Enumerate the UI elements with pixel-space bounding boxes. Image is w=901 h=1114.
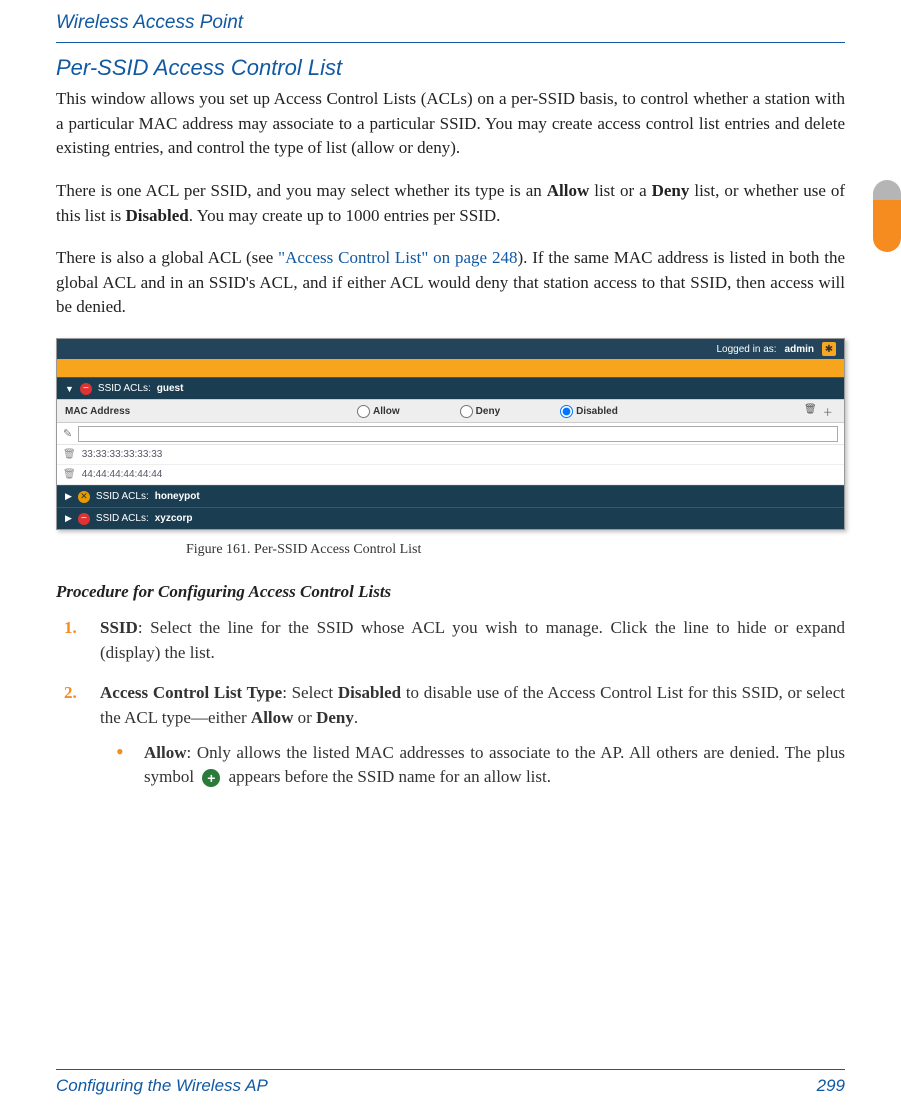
- trash-icon[interactable]: 🗑: [63, 449, 76, 460]
- login-user: admin: [785, 344, 814, 355]
- ssid-label: SSID ACLs:: [96, 491, 149, 502]
- ssid-name-honeypot: honeypot: [155, 491, 200, 502]
- ssid-name-guest: guest: [157, 383, 184, 394]
- mac-row-2: 🗑 44:44:44:44:44:44: [57, 465, 844, 485]
- header-rule: [56, 42, 845, 43]
- ssid-label: SSID ACLs:: [96, 513, 149, 524]
- trash-icon[interactable]: 🗑: [804, 404, 817, 419]
- login-status-bar: Logged in as: admin ✱: [57, 339, 844, 359]
- intro-paragraph-2: There is one ACL per SSID, and you may s…: [56, 179, 845, 228]
- step-1: SSID: Select the line for the SSID whose…: [96, 616, 845, 665]
- intro-paragraph-3: There is also a global ACL (see "Access …: [56, 246, 845, 320]
- chevron-down-icon: ▼: [65, 384, 74, 394]
- p2-disabled: Disabled: [125, 206, 188, 225]
- trash-icon[interactable]: 🗑: [63, 469, 76, 480]
- p3-a: There is also a global ACL (see: [56, 248, 278, 267]
- step1-bold: SSID: [100, 618, 138, 637]
- mac-value-2: 44:44:44:44:44:44: [82, 469, 163, 480]
- tab-grey-part: [873, 180, 901, 200]
- mac-input[interactable]: [78, 426, 838, 442]
- section-title: Per-SSID Access Control List: [56, 55, 845, 81]
- p2-c: list or a: [589, 181, 651, 200]
- step-2: Access Control List Type: Select Disable…: [96, 681, 845, 790]
- ssid-label: SSID ACLs:: [98, 383, 151, 394]
- mac-value-1: 33:33:33:33:33:33: [82, 449, 163, 460]
- intro-paragraph-1: This window allows you set up Access Con…: [56, 87, 845, 161]
- radio-disabled-label: Disabled: [576, 406, 618, 417]
- ssid-row-xyzcorp[interactable]: ▶ − SSID ACLs: xyzcorp: [57, 507, 844, 529]
- page-edge-tab: [873, 180, 901, 252]
- step1-text: : Select the line for the SSID whose ACL…: [100, 618, 845, 662]
- chevron-right-icon: ▶: [65, 513, 72, 524]
- minus-icon: −: [80, 383, 92, 395]
- footer-left: Configuring the Wireless AP: [56, 1076, 268, 1096]
- radio-deny-label: Deny: [476, 406, 500, 417]
- x-icon: ✕: [78, 491, 90, 503]
- chevron-right-icon: ▶: [65, 491, 72, 502]
- footer-page-number: 299: [817, 1076, 845, 1096]
- page-header-title: Wireless Access Point: [56, 12, 845, 34]
- page-footer: Configuring the Wireless AP 299: [56, 1069, 845, 1096]
- sub1-b: appears before the SSID name for an allo…: [224, 767, 551, 786]
- step2-bold: Access Control List Type: [100, 683, 282, 702]
- p2-g: . You may create up to 1000 entries per …: [189, 206, 501, 225]
- p2-allow: Allow: [547, 181, 590, 200]
- p2-deny: Deny: [652, 181, 690, 200]
- th-mac-address: MAC Address: [57, 406, 357, 417]
- mac-row-1: 🗑 33:33:33:33:33:33: [57, 445, 844, 465]
- step2-m3: or: [293, 708, 316, 727]
- acl-table-header: MAC Address Allow Deny Disabled 🗑 ＋: [57, 399, 844, 423]
- ssid-row-guest[interactable]: ▼ − SSID ACLs: guest: [57, 377, 844, 399]
- login-prefix: Logged in as:: [716, 344, 776, 355]
- gear-icon[interactable]: ✱: [822, 342, 836, 356]
- ssid-name-xyzcorp: xyzcorp: [155, 513, 193, 524]
- radio-allow[interactable]: Allow: [357, 405, 400, 418]
- step2-bold3: Allow: [251, 708, 294, 727]
- step2-end: .: [354, 708, 358, 727]
- tab-orange-part: [873, 200, 901, 252]
- substep-allow: Allow: Only allows the listed MAC addres…: [140, 741, 845, 790]
- pencil-icon: ✎: [63, 427, 72, 440]
- plus-icon: +: [202, 769, 220, 787]
- orange-toolbar: [57, 359, 844, 377]
- step2-bold4: Deny: [316, 708, 354, 727]
- procedure-heading: Procedure for Configuring Access Control…: [56, 582, 845, 602]
- sub1-bold: Allow: [144, 743, 187, 762]
- step2-m1: : Select: [282, 683, 338, 702]
- step2-bold2: Disabled: [338, 683, 401, 702]
- acl-page-link[interactable]: "Access Control List" on page 248: [278, 248, 517, 267]
- figure-caption: Figure 161. Per-SSID Access Control List: [186, 542, 845, 558]
- add-icon[interactable]: ＋: [823, 404, 833, 419]
- acl-ui-screenshot: Logged in as: admin ✱ ▼ − SSID ACLs: gue…: [56, 338, 845, 530]
- p2-a: There is one ACL per SSID, and you may s…: [56, 181, 547, 200]
- radio-allow-label: Allow: [373, 406, 400, 417]
- radio-disabled[interactable]: Disabled: [560, 405, 618, 418]
- minus-icon: −: [78, 513, 90, 525]
- ssid-row-honeypot[interactable]: ▶ ✕ SSID ACLs: honeypot: [57, 485, 844, 507]
- mac-input-row: ✎: [57, 423, 844, 445]
- radio-deny[interactable]: Deny: [460, 405, 500, 418]
